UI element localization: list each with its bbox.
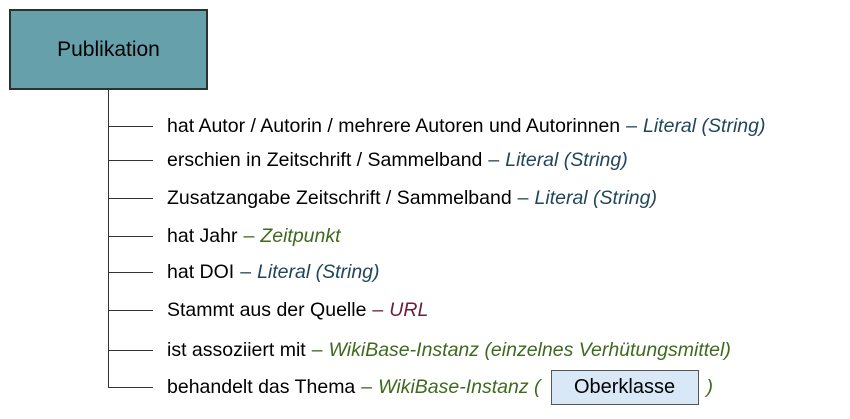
property-type-suffix: ): [706, 375, 714, 398]
property-dash: –: [488, 148, 500, 171]
property-label: Zusatzangabe Zeitschrift / Sammelband: [167, 186, 512, 209]
property-type: Literal (String): [505, 148, 628, 171]
property-row: Zusatzangabe Zeitschrift / Sammelband – …: [167, 184, 657, 212]
property-dash: –: [243, 224, 255, 247]
property-dash: –: [626, 114, 637, 137]
root-node-publikation: Publikation: [9, 9, 208, 90]
property-row: erschien in Zeitschrift / Sammelband – L…: [167, 146, 628, 174]
property-type: WikiBase-Instanz (: [378, 375, 541, 398]
branch-line: [108, 236, 153, 237]
property-type: URL: [389, 298, 429, 321]
tree-trunk-line: [108, 90, 109, 388]
branch-line: [108, 160, 153, 161]
property-row: hat Jahr – Zeitpunkt: [167, 222, 341, 250]
property-label: ist assoziiert mit: [167, 338, 306, 361]
property-type: WikiBase-Instanz (einzelnes Verhütungsmi…: [328, 338, 731, 361]
property-type: Zeitpunkt: [260, 224, 341, 247]
property-row: hat Autor / Autorin / mehrere Autoren un…: [167, 112, 765, 140]
oberklasse-label: Oberklasse: [573, 375, 676, 398]
root-node-label: Publikation: [57, 37, 160, 61]
property-row: Stammt aus der Quelle – URL: [167, 296, 428, 324]
property-label: Stammt aus der Quelle: [167, 298, 367, 321]
property-row: ist assoziiert mit – WikiBase-Instanz (e…: [167, 336, 731, 364]
branch-line: [108, 272, 153, 273]
property-label: erschien in Zeitschrift / Sammelband: [167, 148, 483, 171]
property-dash: –: [361, 375, 373, 398]
property-label: hat Autor / Autorin / mehrere Autoren un…: [167, 114, 621, 137]
branch-line: [108, 310, 153, 311]
property-dash: –: [240, 260, 252, 283]
property-label: behandelt das Thema: [167, 375, 356, 398]
branch-line: [108, 126, 153, 127]
branch-line: [108, 198, 153, 199]
property-dash: –: [517, 186, 529, 209]
property-type: Literal (String): [534, 186, 657, 209]
property-dash: –: [372, 298, 384, 321]
property-label: hat DOI: [167, 260, 235, 283]
branch-line: [108, 350, 153, 351]
property-dash: –: [311, 338, 323, 361]
property-row: behandelt das Thema – WikiBase-Instanz (…: [167, 369, 714, 405]
branch-line: [108, 387, 153, 388]
property-label: hat Jahr: [167, 224, 238, 247]
property-type: Literal (String): [257, 260, 380, 283]
property-type: Literal (String): [643, 114, 766, 137]
property-row: hat DOI – Literal (String): [167, 258, 380, 286]
oberklasse-box: Oberklasse: [550, 369, 699, 405]
